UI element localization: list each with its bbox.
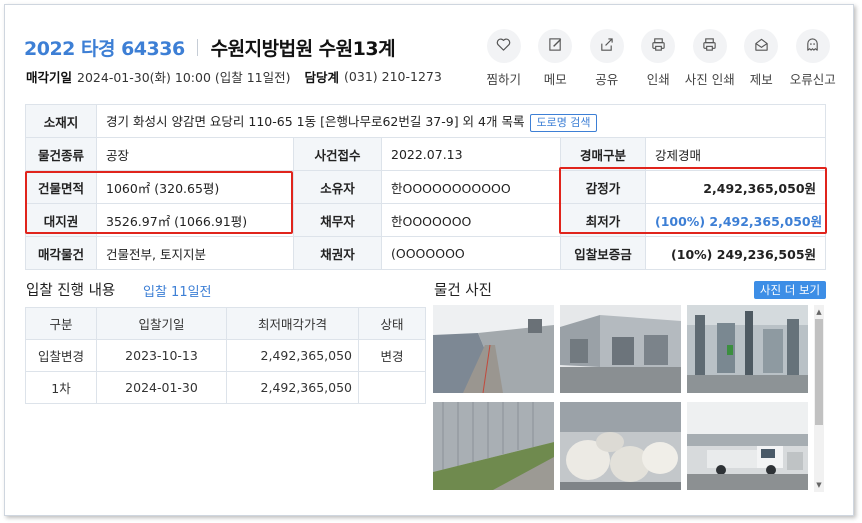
table-row: 매각물건 건물전부, 토지지분 채권자 (OOOOOOO 입찰보증금 (10%)… <box>25 236 827 270</box>
auction-type-label: 경매구분 <box>560 137 646 171</box>
deposit-value: (10%) 249,236,505원 <box>644 236 827 270</box>
memo-button[interactable]: 메모 <box>530 29 582 88</box>
photo-scrollbar[interactable]: ▲ ▼ <box>814 305 824 492</box>
share-button[interactable]: 공유 <box>581 29 633 88</box>
bid-history-title: 입찰 진행 내용 <box>26 283 116 299</box>
ghost-icon <box>805 37 820 56</box>
table-row: 입찰변경 2023-10-13 2,492,365,050 변경 <box>25 339 426 372</box>
table-header-row: 구분 입찰기일 최저매각가격 상태 <box>25 307 426 340</box>
debtor-value: 한OOOOOOO <box>381 203 561 237</box>
debtor-label: 채무자 <box>293 203 382 237</box>
favorite-button[interactable]: 찜하기 <box>478 29 530 88</box>
location-value: 경기 화성시 양감면 요당리 110-65 1동 [은행나무로62번길 37-9… <box>106 113 525 129</box>
sale-date-value: 2024-01-30(화) 10:00 (입찰 11일전) <box>77 70 291 85</box>
property-photo-1[interactable] <box>433 305 554 393</box>
price-highlight-box <box>559 167 827 234</box>
action-toolbar: 찜하기 메모 공유 인쇄 사진 인쇄 제보 오류신고 <box>478 29 839 88</box>
property-photo-5[interactable] <box>560 402 681 490</box>
department-label: 담당계 <box>304 70 340 85</box>
page-header: 2022 타경 64336 수원지방법원 수원13계 <box>24 34 396 61</box>
owner-label: 소유자 <box>293 170 382 204</box>
photo-print-label: 사진 인쇄 <box>684 72 735 87</box>
court-name: 수원지방법원 수원13계 <box>210 38 396 60</box>
bid-price: 2,492,365,050 <box>226 371 359 404</box>
print-label: 인쇄 <box>646 72 670 87</box>
bid-history-subtitle: 입찰 11일전 <box>143 285 212 300</box>
bid-round: 1차 <box>25 371 97 404</box>
area-highlight-box <box>25 171 293 234</box>
property-type-value: 공장 <box>96 137 294 171</box>
bid-status-link[interactable]: 변경 <box>358 339 426 372</box>
location-label: 소재지 <box>25 104 97 138</box>
creditor-value: (OOOOOOO <box>381 236 561 270</box>
print-button[interactable]: 인쇄 <box>633 29 685 88</box>
road-search-button[interactable]: 도로명 검색 <box>530 113 597 132</box>
case-received-value: 2022.07.13 <box>381 137 561 171</box>
case-number: 2022 타경 64336 <box>24 38 185 60</box>
column-header: 입찰기일 <box>96 307 227 340</box>
auction-type-value: 강제경매 <box>644 137 827 171</box>
column-header: 상태 <box>358 307 426 340</box>
bid-round: 입찰변경 <box>25 339 97 372</box>
scrollbar-thumb[interactable] <box>815 319 823 425</box>
photo-print-button[interactable]: 사진 인쇄 <box>684 29 736 88</box>
location-cell: 경기 화성시 양감면 요당리 110-65 1동 [은행나무로62번길 37-9… <box>95 104 827 138</box>
photo-grid <box>433 305 813 492</box>
report-label: 제보 <box>749 72 773 87</box>
department-phone: (031) 210-1273 <box>344 69 442 84</box>
pencil-icon <box>548 37 563 56</box>
sale-items-value: 건물전부, 토지지분 <box>96 236 294 270</box>
memo-label: 메모 <box>543 72 567 87</box>
sale-items-label: 매각물건 <box>25 236 97 270</box>
share-icon <box>599 37 614 56</box>
favorite-label: 찜하기 <box>486 72 521 87</box>
bid-date: 2024-01-30 <box>96 371 227 404</box>
bid-price: 2,492,365,050 <box>226 339 359 372</box>
deposit-label: 입찰보증금 <box>560 236 646 270</box>
scroll-down-arrow-icon[interactable]: ▼ <box>814 480 824 490</box>
sale-date-label: 매각기일 <box>26 70 73 85</box>
property-photo-2[interactable] <box>560 305 681 393</box>
property-photo-6[interactable] <box>687 402 808 490</box>
table-row: 소재지 경기 화성시 양감면 요당리 110-65 1동 [은행나무로62번길 … <box>25 104 827 138</box>
property-type-label: 물건종류 <box>25 137 97 171</box>
table-row: 1차 2024-01-30 2,492,365,050 <box>25 371 426 404</box>
bid-date: 2023-10-13 <box>96 339 227 372</box>
photos-title: 물건 사진 <box>434 283 492 299</box>
printer-icon <box>702 37 717 56</box>
title-divider <box>196 39 198 56</box>
more-photos-button[interactable]: 사진 더 보기 <box>754 281 826 299</box>
owner-value: 한OOOOOOOOOOO <box>381 170 561 204</box>
share-label: 공유 <box>595 72 619 87</box>
bid-history-table: 구분 입찰기일 최저매각가격 상태 입찰변경 2023-10-13 2,492,… <box>25 307 426 404</box>
case-received-label: 사건접수 <box>293 137 382 171</box>
column-header: 최저매각가격 <box>226 307 359 340</box>
printer-icon <box>651 37 666 56</box>
report-button[interactable]: 제보 <box>736 29 788 88</box>
property-photo-4[interactable] <box>433 402 554 490</box>
column-header: 구분 <box>25 307 97 340</box>
property-photo-3[interactable] <box>687 305 808 393</box>
error-report-label: 오류신고 <box>789 72 836 87</box>
error-report-button[interactable]: 오류신고 <box>787 29 839 88</box>
envelope-icon <box>754 37 769 56</box>
scroll-up-arrow-icon[interactable]: ▲ <box>814 307 824 317</box>
table-row: 물건종류 공장 사건접수 2022.07.13 경매구분 강제경매 <box>25 137 827 171</box>
sale-info-line: 매각기일 2024-01-30(화) 10:00 (입찰 11일전) 담당계 (… <box>26 67 442 86</box>
heart-icon <box>496 37 511 56</box>
creditor-label: 채권자 <box>293 236 382 270</box>
bid-status <box>358 371 426 404</box>
